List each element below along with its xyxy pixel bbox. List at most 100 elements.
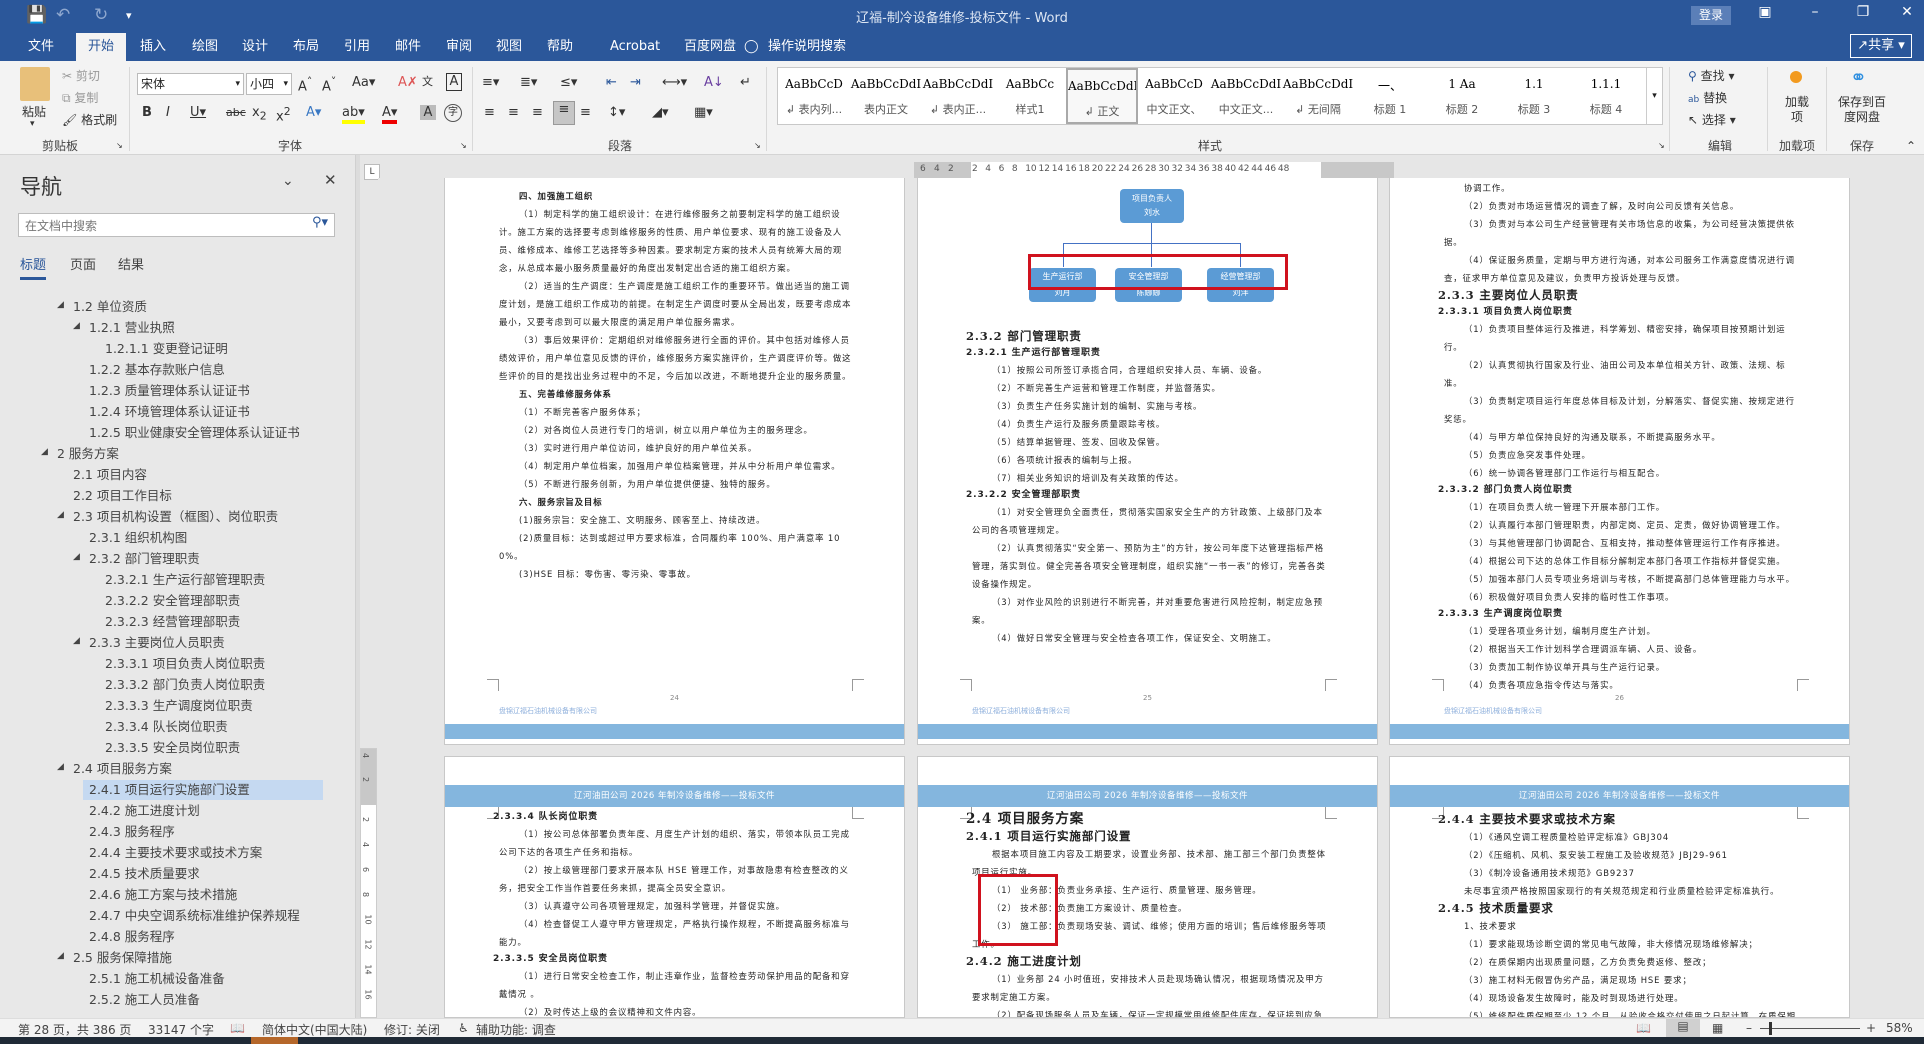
page-content[interactable]: 协调工作。 （2）负责对市场运营情况的调查了解，及时向公司反馈有关信息。 （3）负责…: [1438, 179, 1800, 694]
format-painter-button[interactable]: 🖌 格式刷: [62, 111, 117, 128]
find-button[interactable]: ⚲ 查找 ▾: [1688, 67, 1734, 84]
styles-more-icon[interactable]: ▾: [1646, 68, 1662, 124]
page-content[interactable]: 2.3.2 部门管理职责 2.3.2.1 生产运行部管理职责 （1）按照公司所签订承…: [966, 328, 1328, 647]
show-formatting-icon[interactable]: ↵: [740, 75, 751, 90]
style-item[interactable]: AaBbCcDdI 中文正文...: [1210, 68, 1282, 124]
document-page[interactable]: 辽河油田公司 2026 年制冷设备维修——投标文件 2.3.3.4 队长岗位职责 （…: [444, 756, 905, 1018]
tell-me-search[interactable]: 操作说明搜索: [762, 33, 852, 61]
tab-baidu-netdisk[interactable]: 百度网盘: [678, 33, 742, 61]
document-page[interactable]: 辽河油田公司 2026 年制冷设备维修——投标文件 2.4.4 主要技术要求或技术…: [1389, 756, 1850, 1018]
shading-icon[interactable]: ◢▾: [652, 105, 669, 120]
close-icon[interactable]: ✕: [1892, 4, 1922, 20]
nav-heading-item[interactable]: 1.2 单位资质: [73, 297, 147, 317]
bullets-icon[interactable]: ≡▾: [482, 75, 499, 90]
multilevel-list-icon[interactable]: ≤▾: [560, 75, 577, 90]
tab-layout[interactable]: 布局: [287, 33, 325, 61]
nav-heading-item[interactable]: 2.5 服务保障措施: [73, 948, 172, 968]
dialog-launcher-icon[interactable]: ↘: [754, 141, 761, 150]
nav-heading-item[interactable]: 2.1 项目内容: [73, 465, 147, 485]
line-spacing-icon[interactable]: ↕▾: [608, 105, 625, 120]
tab-review[interactable]: 审阅: [440, 33, 478, 61]
nav-heading-item[interactable]: 2.3.3.4 队长岗位职责: [105, 717, 228, 737]
nav-search-input[interactable]: 在文档中搜索 ⚲▾: [18, 213, 335, 237]
paste-dropdown-icon[interactable]: ▾: [30, 119, 35, 129]
tab-draw[interactable]: 绘图: [186, 33, 224, 61]
nav-heading-item[interactable]: 2.3.1 组织机构图: [89, 528, 187, 548]
chinese-layout-icon[interactable]: ⟷▾: [662, 75, 687, 90]
vertical-scrollbar[interactable]: [1906, 178, 1924, 1018]
nav-heading-item[interactable]: 2.3.3.3 生产调度岗位职责: [105, 696, 253, 716]
collapse-ribbon-icon[interactable]: ⌃: [1906, 139, 1916, 153]
distributed-icon[interactable]: ≡: [580, 105, 591, 120]
minimize-icon[interactable]: –: [1800, 4, 1830, 20]
accessibility-icon[interactable]: ♿: [458, 1021, 469, 1035]
underline-icon[interactable]: U▾: [190, 105, 206, 120]
nav-heading-item[interactable]: 1.2.5 职业健康安全管理体系认证证书: [89, 423, 300, 443]
document-page[interactable]: 24 盘锦辽福石油机械设备有限公司 四、加强施工组织 （1）制定科学的施工组织设计：在…: [444, 178, 905, 745]
web-layout-icon[interactable]: ▦: [1712, 1021, 1723, 1035]
nav-heading-item[interactable]: 2.4.8 服务程序: [89, 927, 175, 947]
nav-heading-item[interactable]: 2.3 项目机构设置（框图）、岗位职责: [73, 507, 278, 527]
zoom-slider[interactable]: [1760, 1028, 1860, 1029]
numbering-icon[interactable]: ≣▾: [520, 75, 537, 90]
nav-heading-item[interactable]: 2.4.3 服务程序: [89, 822, 175, 842]
read-mode-icon[interactable]: 📖: [1636, 1021, 1651, 1035]
tab-help[interactable]: 帮助: [541, 33, 579, 61]
collapse-triangle-icon[interactable]: ◢: [73, 552, 80, 562]
page-count[interactable]: 第 28 页，共 386 页: [18, 1021, 131, 1038]
nav-heading-item[interactable]: 2.4.7 中央空调系统标准维护保养规程: [89, 906, 300, 926]
cut-button[interactable]: ✂ 剪切: [62, 67, 100, 84]
nav-heading-item[interactable]: 1.2.1 营业执照: [89, 318, 175, 338]
nav-heading-item[interactable]: 2.3.3.2 部门负责人岗位职责: [105, 675, 265, 695]
tab-view[interactable]: 视图: [490, 33, 528, 61]
print-layout-icon[interactable]: ▤: [1666, 1019, 1700, 1037]
character-border-icon[interactable]: A: [446, 73, 462, 91]
align-left-icon[interactable]: ≡: [484, 105, 495, 120]
nav-heading-item[interactable]: 2.3.3.1 项目负责人岗位职责: [105, 654, 265, 674]
dialog-launcher-icon[interactable]: ↘: [116, 141, 123, 150]
taskbar-active-app[interactable]: [251, 1037, 298, 1044]
style-item[interactable]: AaBbCcDdI 表内正文: [850, 68, 922, 124]
align-center-icon[interactable]: ≡: [508, 105, 519, 120]
character-shading-icon[interactable]: A: [420, 105, 436, 120]
org-chart-box-top[interactable]: 项目负责人 刘水: [1120, 189, 1184, 223]
clear-formatting-icon[interactable]: A✗: [398, 75, 418, 90]
vertical-ruler[interactable]: 4 2 2 4 6 8 10 12 14 16: [360, 748, 377, 1018]
tab-references[interactable]: 引用: [338, 33, 376, 61]
nav-heading-item[interactable]: 2.3.2.3 经营管理部职责: [105, 612, 240, 632]
justify-icon[interactable]: ≡: [553, 101, 575, 125]
search-icon[interactable]: ⚲▾: [312, 215, 328, 230]
nav-heading-item[interactable]: 2.5.2 施工人员准备: [89, 990, 200, 1010]
collapse-triangle-icon[interactable]: ◢: [57, 762, 64, 772]
addins-button[interactable]: 加载项: [1785, 95, 1809, 125]
text-effects-icon[interactable]: A▾: [306, 105, 321, 120]
nav-heading-item[interactable]: 2.4.1 项目运行实施部门设置: [83, 780, 323, 800]
style-item[interactable]: AaBbCc 样式1: [994, 68, 1066, 124]
nav-heading-item[interactable]: 2 服务方案: [57, 444, 119, 464]
horizontal-ruler[interactable]: 6 4 2 2 4 6 8 10 12 14 16 18 20 22 24 26 28 30 32 34 36 38 40 4…: [914, 162, 1394, 178]
document-page[interactable]: 26 盘锦辽福石油机械设备有限公司 协调工作。 （2）负责对市场运营情况的调查了解，及…: [1389, 178, 1850, 745]
style-item[interactable]: AaBbCcDdI ↲ 无间隔: [1282, 68, 1354, 124]
italic-icon[interactable]: I: [166, 105, 170, 120]
nav-heading-item[interactable]: 2.3.2 部门管理职责: [89, 549, 200, 569]
paste-button[interactable]: 粘贴: [22, 103, 46, 120]
tab-file[interactable]: 文件: [22, 33, 60, 61]
zoom-in-button[interactable]: +: [1866, 1021, 1876, 1035]
document-area[interactable]: 24 盘锦辽福石油机械设备有限公司 四、加强施工组织 （1）制定科学的施工组织设计：在…: [378, 178, 1906, 1018]
style-item[interactable]: AaBbCcDdI ↲ 正文: [1066, 68, 1138, 124]
proofing-icon[interactable]: 📖: [230, 1021, 245, 1035]
shrink-font-icon[interactable]: A˅: [322, 75, 336, 94]
style-item[interactable]: AaBbCcDdI ↲ 表内正...: [922, 68, 994, 124]
superscript-icon[interactable]: x2: [276, 105, 291, 124]
dialog-launcher-icon[interactable]: ↘: [1658, 141, 1665, 150]
zoom-level[interactable]: 58%: [1886, 1021, 1913, 1035]
restore-icon[interactable]: ❐: [1848, 4, 1878, 20]
dialog-launcher-icon[interactable]: ↘: [460, 141, 467, 150]
zoom-out-button[interactable]: –: [1746, 1021, 1752, 1035]
page-content[interactable]: 2.4.4 主要技术要求或技术方案 （1）《通风空调工程质量检验评定标准》GBJ3…: [1438, 811, 1800, 1017]
phonetic-guide-icon[interactable]: 文: [422, 73, 433, 89]
nav-tab-results[interactable]: 结果: [118, 254, 144, 273]
login-button[interactable]: 登录: [1691, 6, 1731, 25]
nav-heading-item[interactable]: 2.2 项目工作目标: [73, 486, 172, 506]
enclose-characters-icon[interactable]: 字: [444, 104, 462, 122]
